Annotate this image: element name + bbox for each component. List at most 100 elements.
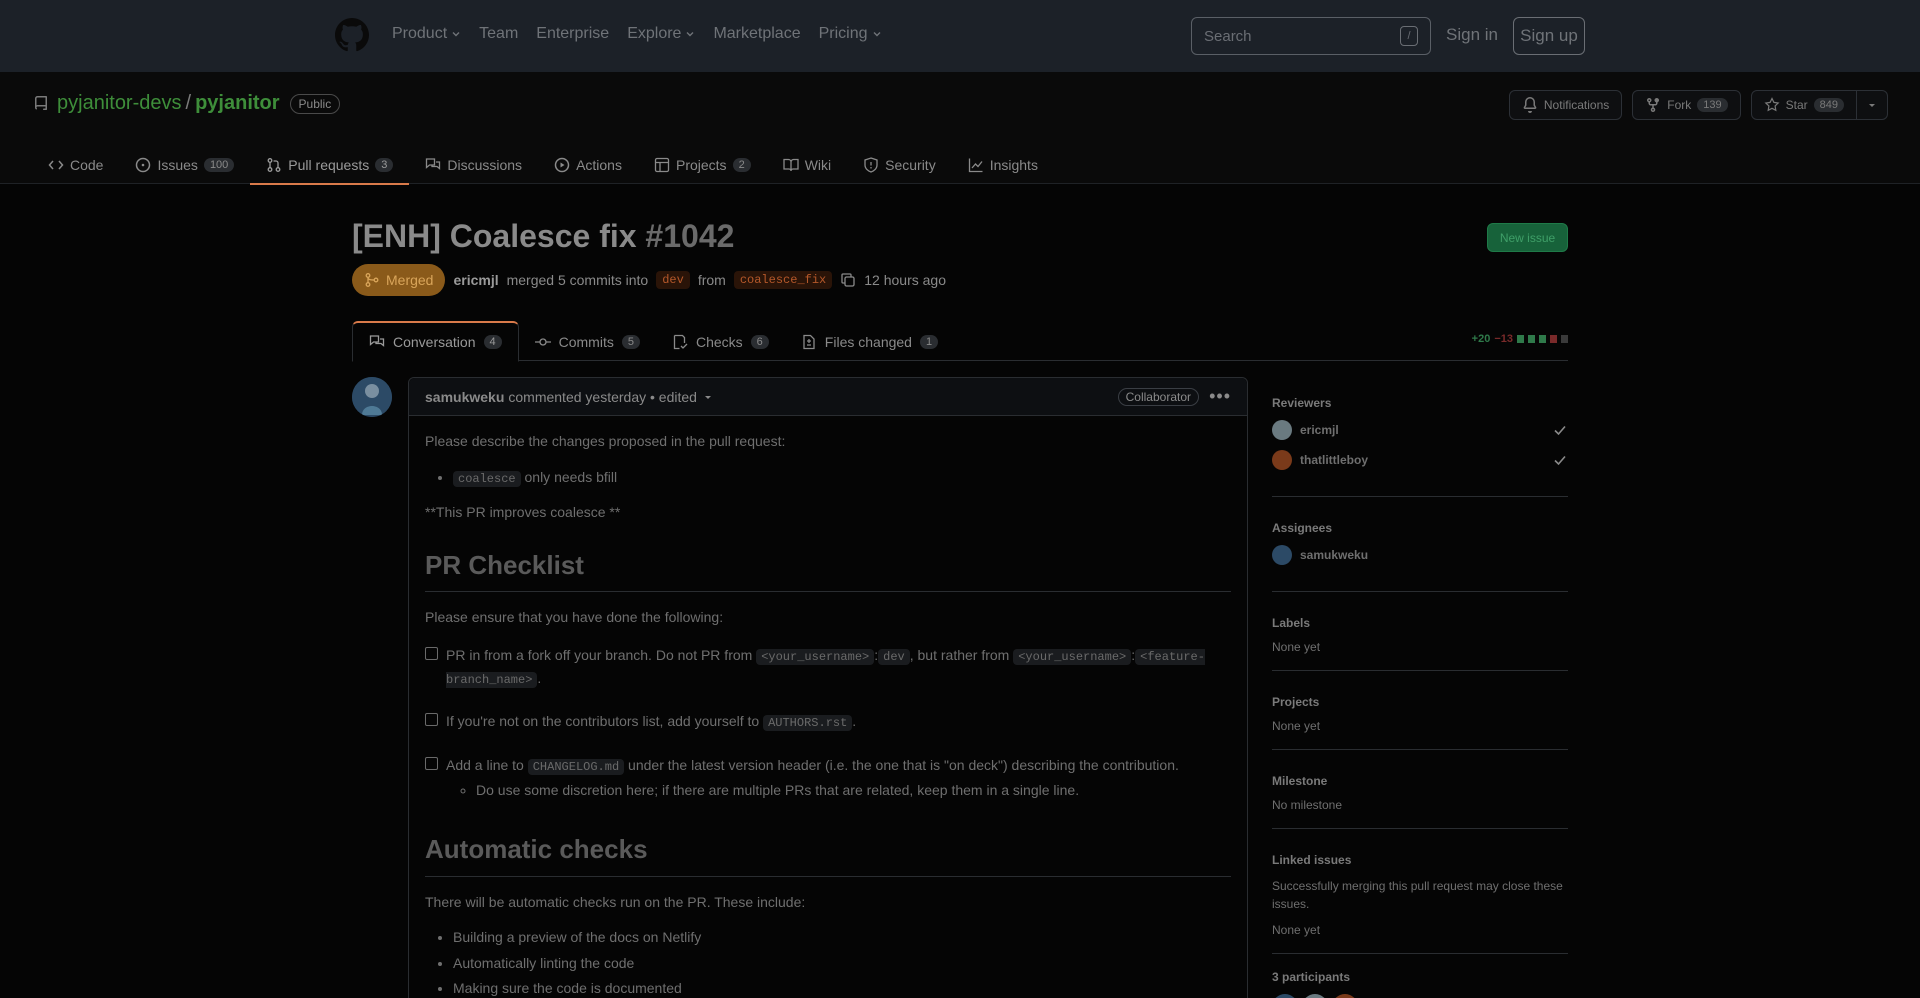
assignee-link[interactable]: samukweku xyxy=(1300,548,1368,562)
tab-commits[interactable]: Commits 5 xyxy=(519,321,656,362)
avatar[interactable] xyxy=(1332,994,1358,998)
global-header: Product Team Enterprise Explore Marketpl… xyxy=(0,0,1920,72)
additions-count: +20 xyxy=(1471,333,1491,345)
pr-author-link[interactable]: ericmjl xyxy=(453,272,498,288)
star-button[interactable]: Star 849 xyxy=(1750,90,1857,120)
star-dropdown-button[interactable] xyxy=(1857,90,1888,120)
notifications-button[interactable]: Notifications xyxy=(1508,90,1623,120)
diffstat-block-deleted xyxy=(1550,335,1557,343)
nav-enterprise[interactable]: Enterprise xyxy=(536,25,609,43)
graph-icon xyxy=(968,158,983,173)
task-checkbox[interactable] xyxy=(425,713,438,727)
auto-checks-list: Building a preview of the docs on Netlif… xyxy=(453,928,1231,998)
fork-icon xyxy=(1647,97,1660,113)
tab-projects[interactable]: Projects 2 xyxy=(638,146,767,184)
chevron-down-icon xyxy=(452,32,460,37)
tab-checks[interactable]: Checks 6 xyxy=(656,321,785,362)
comment-discussion-icon xyxy=(426,158,441,170)
task-checkbox[interactable] xyxy=(425,646,438,660)
list-item: Do use some discretion here; if there ar… xyxy=(476,779,1179,801)
projects-count: 2 xyxy=(732,158,751,172)
kebab-horizontal-icon[interactable]: ••• xyxy=(1209,386,1231,407)
check-icon xyxy=(1554,455,1566,466)
nav-marketplace[interactable]: Marketplace xyxy=(713,25,800,43)
labels-value: None yet xyxy=(1272,640,1321,654)
repo-owner-link[interactable]: pyjanitor-devs xyxy=(57,92,182,115)
repo-nav: Code Issues 100 Pull requests 3 Discussi… xyxy=(32,146,1054,185)
deletions-count: −13 xyxy=(1494,333,1513,345)
tab-files-changed[interactable]: Files changed 1 xyxy=(785,321,954,362)
repo-title: pyjanitor-devs / pyjanitor Public xyxy=(33,92,341,115)
sign-in-link[interactable]: Sign in xyxy=(1446,25,1498,45)
nav-explore[interactable]: Explore xyxy=(627,25,695,43)
participants-list xyxy=(1272,994,1568,998)
linked-issues-title[interactable]: Linked issues xyxy=(1272,853,1568,867)
assignees-section: Assignees samukweku xyxy=(1272,513,1568,592)
file-diff-icon xyxy=(803,334,815,349)
labels-title[interactable]: Labels xyxy=(1272,616,1568,630)
diffstat-block-added xyxy=(1539,335,1546,343)
base-branch[interactable]: dev xyxy=(656,271,690,289)
projects-section: Projects None yet xyxy=(1272,687,1568,750)
projects-title[interactable]: Projects xyxy=(1272,695,1568,709)
repo-name-link[interactable]: pyjanitor xyxy=(195,92,279,115)
diffstat-block-neutral xyxy=(1561,335,1568,343)
tab-issues[interactable]: Issues 100 xyxy=(119,146,250,184)
diffstat-block-added xyxy=(1517,335,1524,343)
automatic-checks-heading: Automatic checks xyxy=(425,831,1231,877)
reviewer-link[interactable]: thatlittleboy xyxy=(1300,453,1368,467)
checklist-heading: PR Checklist xyxy=(425,547,1231,593)
fork-button[interactable]: Fork 139 xyxy=(1632,90,1741,120)
pr-number: #1042 xyxy=(645,218,735,254)
chevron-down-icon xyxy=(873,32,880,37)
reviewer-link[interactable]: ericmjl xyxy=(1300,423,1339,437)
tab-wiki[interactable]: Wiki xyxy=(767,146,847,184)
changes-list: coalesce only needs bfill xyxy=(453,468,1231,488)
tab-insights[interactable]: Insights xyxy=(952,146,1054,184)
pr-meta: Merged ericmjl merged 5 commits into dev… xyxy=(352,264,946,296)
nav-pricing[interactable]: Pricing xyxy=(819,25,882,43)
avatar[interactable] xyxy=(1272,994,1298,998)
triangle-down-icon[interactable] xyxy=(703,392,713,402)
reviewer-row: thatlittleboy xyxy=(1272,450,1568,470)
new-issue-button[interactable]: New issue xyxy=(1487,223,1568,252)
list-item: Making sure the code is documented xyxy=(453,979,1231,998)
avatar[interactable] xyxy=(1272,545,1292,565)
tab-code[interactable]: Code xyxy=(32,146,119,184)
nav-product[interactable]: Product xyxy=(392,25,461,43)
head-branch[interactable]: coalesce_fix xyxy=(733,271,833,289)
tab-discussions[interactable]: Discussions xyxy=(409,146,538,184)
code-icon xyxy=(48,160,64,170)
search-input[interactable]: Search / xyxy=(1191,17,1431,55)
tab-pull-requests[interactable]: Pull requests 3 xyxy=(250,146,410,185)
checks-count: 6 xyxy=(750,334,769,349)
reviewers-title[interactable]: Reviewers xyxy=(1272,396,1568,410)
chevron-down-icon xyxy=(686,32,694,37)
github-logo-icon[interactable] xyxy=(335,18,369,52)
avatar[interactable] xyxy=(1272,450,1292,470)
milestone-title[interactable]: Milestone xyxy=(1272,774,1568,788)
avatar[interactable] xyxy=(1272,420,1292,440)
task-item: Add a line to CHANGELOG.md under the lat… xyxy=(425,754,1231,808)
labels-section: Labels None yet xyxy=(1272,608,1568,671)
diffstat: +20 −13 xyxy=(1472,333,1568,345)
tab-security[interactable]: Security xyxy=(847,146,952,184)
repo-header: pyjanitor-devs / pyjanitor Public Notifi… xyxy=(0,72,1920,185)
comment-author-link[interactable]: samukweku xyxy=(425,389,504,405)
table-icon xyxy=(654,157,670,173)
nav-team[interactable]: Team xyxy=(479,25,518,43)
list-item: Automatically linting the code xyxy=(453,954,1231,974)
linked-issues-section: Linked issues Successfully merging this … xyxy=(1272,845,1568,954)
check-icon xyxy=(1554,425,1566,436)
assignees-title[interactable]: Assignees xyxy=(1272,521,1568,535)
task-checkbox[interactable] xyxy=(425,756,438,770)
tab-conversation[interactable]: Conversation 4 xyxy=(352,321,519,362)
pr-tabs: Conversation 4 Commits 5 Checks 6 Files … xyxy=(352,321,1568,362)
tab-actions[interactable]: Actions xyxy=(538,146,638,184)
avatar[interactable] xyxy=(352,377,392,417)
avatar[interactable] xyxy=(1302,994,1328,998)
sign-up-button[interactable]: Sign up xyxy=(1513,17,1585,55)
comment-action[interactable]: commented yesterday • edited xyxy=(508,389,697,405)
copy-icon[interactable] xyxy=(840,272,856,288)
milestone-section: Milestone No milestone xyxy=(1272,766,1568,829)
